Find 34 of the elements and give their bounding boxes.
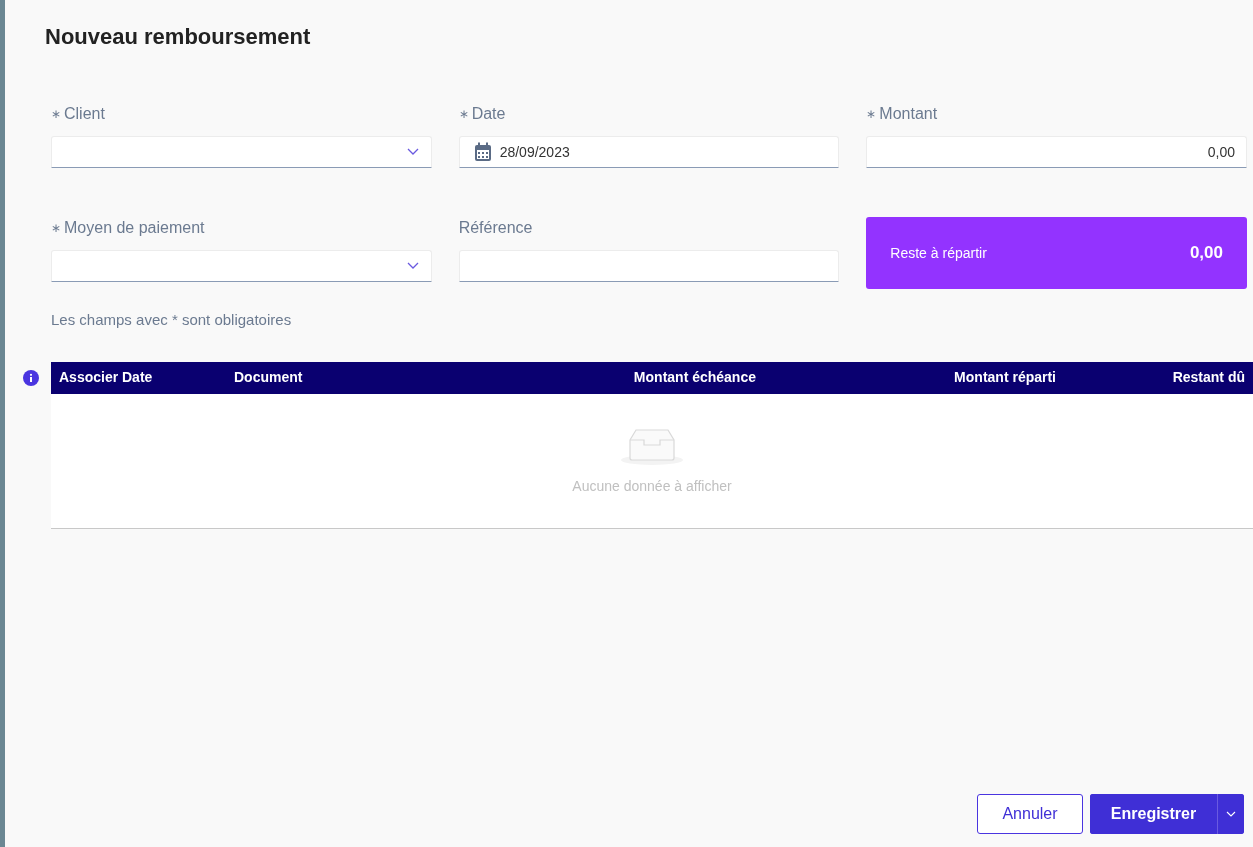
column-header[interactable]: Associer xyxy=(59,369,119,385)
page-title: Nouveau remboursement xyxy=(45,23,312,50)
info-icon[interactable] xyxy=(23,369,39,386)
required-mark: ∗ xyxy=(51,220,61,237)
required-mark: ∗ xyxy=(458,106,469,123)
chevron-down-icon xyxy=(406,148,419,156)
column-header[interactable]: Restant dû xyxy=(1172,369,1245,385)
field-label: Moyen de paiement xyxy=(64,218,205,238)
chevron-down-icon xyxy=(406,262,419,270)
remaining-label: Reste à répartir xyxy=(890,243,987,263)
empty-message: Aucune donnée à afficher xyxy=(572,476,732,496)
remaining-value: 0,00 xyxy=(1189,242,1223,265)
select-field[interactable] xyxy=(51,136,432,168)
column-header[interactable]: Montant réparti xyxy=(954,369,1056,385)
chevron-down-icon xyxy=(1226,811,1236,817)
cancel-button[interactable]: Annuler xyxy=(977,794,1083,834)
required-mark: ∗ xyxy=(51,106,61,123)
field-label: Date xyxy=(471,104,506,124)
select-field[interactable] xyxy=(51,250,432,282)
calendar-icon xyxy=(473,142,492,162)
required-mark: ∗ xyxy=(866,106,877,123)
column-header[interactable]: Montant échéance xyxy=(633,369,756,385)
required-note: Les champs avec * sont obligatoires xyxy=(50,310,293,330)
amount-value: 0,00 xyxy=(1207,142,1235,162)
field-label: Client xyxy=(64,104,105,124)
date-field[interactable]: 28/09/2023 xyxy=(458,136,840,168)
field-label: Référence xyxy=(458,218,533,238)
amount-field[interactable]: 0,00 xyxy=(866,136,1247,168)
column-header[interactable]: Document xyxy=(234,369,303,385)
column-header[interactable]: Date xyxy=(122,369,153,385)
date-value: 28/09/2023 xyxy=(499,142,570,162)
input-field[interactable] xyxy=(458,250,840,282)
field-label: Montant xyxy=(879,104,938,124)
save-options-button[interactable] xyxy=(1217,794,1244,834)
